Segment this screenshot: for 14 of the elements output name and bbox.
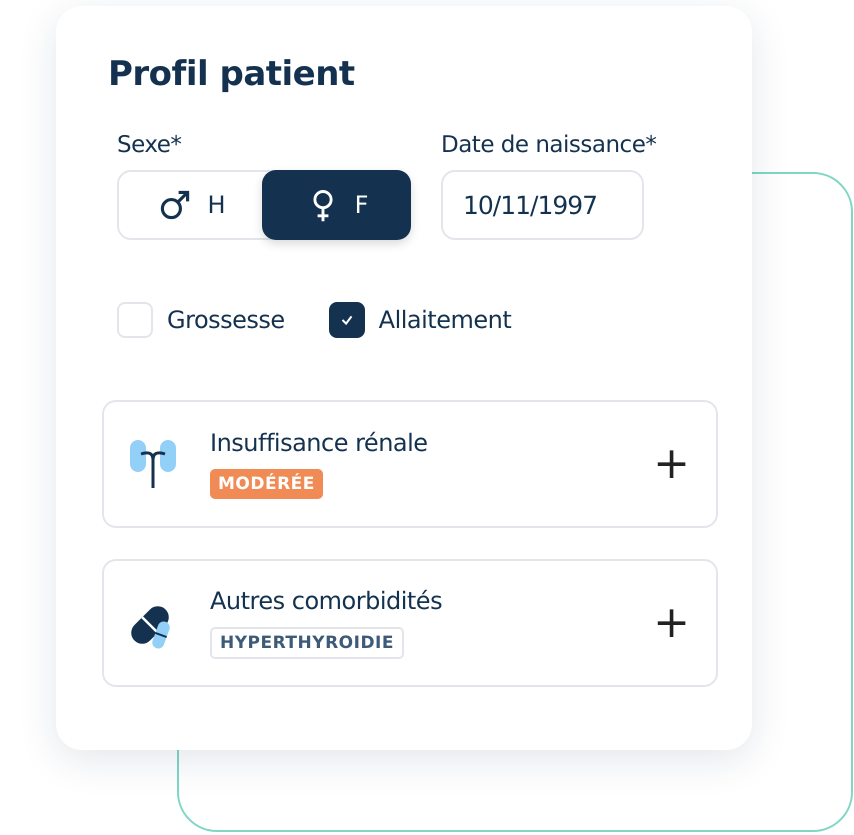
sex-option[interactable]: F [262,170,411,240]
condition-title: Insuffisance rénale [210,429,428,457]
add-button[interactable]: + [649,442,694,486]
field-label: Date de naissance* [441,132,656,158]
checkbox-label: Allaitement [378,306,512,334]
checkbox-label: Grossesse [167,306,285,334]
condition-tag: HYPERTHYROIDIE [210,627,404,659]
checkbox[interactable] [328,302,365,338]
add-button[interactable]: + [649,601,694,645]
card-title: Profil patient [108,56,356,92]
condition-tag: MODÉRÉE [210,469,323,499]
field-label: Sexe* [117,132,182,158]
condition-title: Autres comorbidités [210,587,442,615]
date-field[interactable]: 10/11/1997 [441,170,644,240]
